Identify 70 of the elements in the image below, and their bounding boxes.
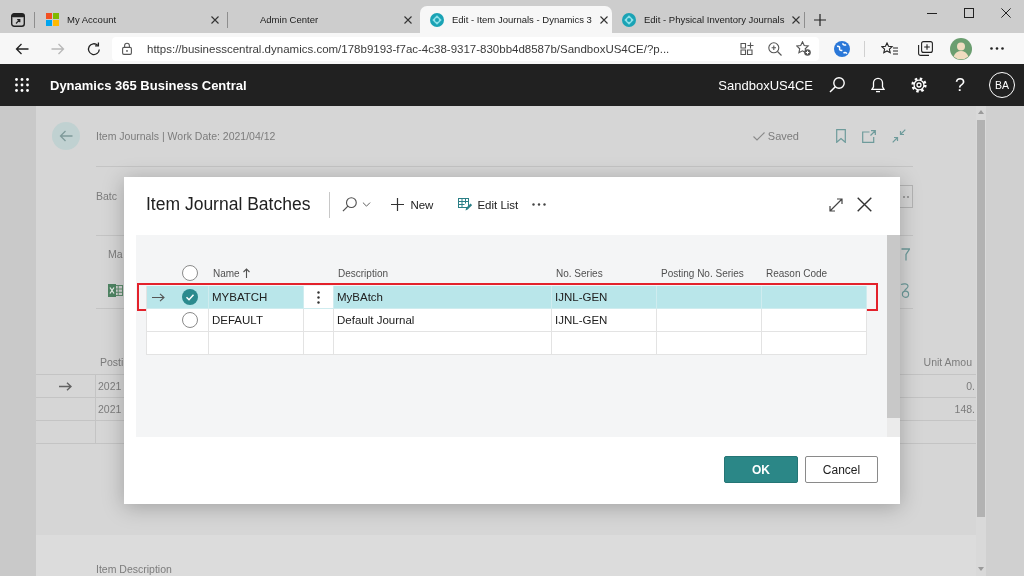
edit-list-button[interactable]: Edit List xyxy=(458,198,519,211)
browser-tab[interactable]: Edit - Item Journals - Dynamics 3 xyxy=(420,6,612,33)
bell-icon[interactable] xyxy=(871,77,885,93)
environment-name: SandboxUS4CE xyxy=(718,77,813,93)
column-header[interactable]: Name xyxy=(208,260,303,286)
arrow-icon xyxy=(152,292,165,302)
round-logo-icon xyxy=(430,12,444,27)
scrollbar-thumb[interactable] xyxy=(977,120,985,517)
section-title: Item Description xyxy=(96,563,172,575)
row-checkbox[interactable] xyxy=(182,289,198,305)
avatar-icon[interactable] xyxy=(950,37,972,60)
page-caption: Item Journals | Work Date: 2021/04/12 xyxy=(96,130,276,142)
back-icon xyxy=(59,130,73,142)
plus-icon xyxy=(391,198,405,211)
table-row[interactable]: DEFAULT Default Journal IJNL-GEN xyxy=(146,309,866,332)
column-header[interactable]: Posting No. Series xyxy=(656,260,761,286)
search-icon xyxy=(342,197,358,212)
search-button[interactable] xyxy=(342,197,372,212)
minimize-icon[interactable] xyxy=(926,12,937,14)
check-icon xyxy=(752,131,765,141)
new-button[interactable]: New xyxy=(391,198,434,211)
grid-plus-icon[interactable] xyxy=(740,41,754,56)
arrow-icon xyxy=(59,381,72,391)
close-icon[interactable] xyxy=(792,15,801,24)
ellipsis-icon xyxy=(903,195,909,198)
back-icon[interactable] xyxy=(15,42,29,55)
more-options-icon[interactable] xyxy=(317,290,320,304)
browser-tab[interactable]: Edit - Physical Inventory Journals xyxy=(612,6,804,33)
dialog-title: Item Journal Batches xyxy=(146,194,311,215)
search-icon[interactable] xyxy=(829,77,845,93)
four-squares-icon xyxy=(45,13,59,26)
round-logo-icon xyxy=(622,12,636,27)
product-name[interactable]: Dynamics 365 Business Central xyxy=(50,77,247,93)
window-icon[interactable] xyxy=(11,12,25,27)
save-status: Saved xyxy=(767,130,799,142)
globe-icon[interactable] xyxy=(834,40,850,57)
close-icon[interactable] xyxy=(404,15,412,24)
lock-icon[interactable] xyxy=(122,42,132,55)
star-plus-icon[interactable] xyxy=(796,41,811,56)
close-icon[interactable] xyxy=(211,15,219,24)
spreadsheet-icon[interactable] xyxy=(108,283,123,297)
settings-icon[interactable] xyxy=(911,77,927,93)
close-icon[interactable] xyxy=(857,197,872,212)
browser-tab[interactable]: My Account xyxy=(35,6,227,33)
cancel-button[interactable]: Cancel xyxy=(805,456,878,483)
app-launcher-icon[interactable] xyxy=(15,78,29,92)
column-header[interactable]: Reason Code xyxy=(761,260,866,286)
zoom-in-icon[interactable] xyxy=(768,41,782,56)
select-all-checkbox[interactable] xyxy=(182,265,198,281)
plus-icon[interactable] xyxy=(814,13,826,26)
chevron-down-icon xyxy=(362,202,372,207)
help-button[interactable]: ? xyxy=(955,75,965,95)
column-header[interactable]: No. Series xyxy=(551,260,656,286)
field-label: Batc xyxy=(96,190,117,202)
more-icon[interactable] xyxy=(990,47,1004,50)
sort-arrow-icon xyxy=(242,268,250,278)
ok-button[interactable]: OK xyxy=(724,456,798,483)
table-pencil-icon xyxy=(458,198,473,211)
column-header[interactable]: Description xyxy=(333,260,551,286)
stacked-squares-icon[interactable] xyxy=(917,41,933,56)
maximize-icon[interactable] xyxy=(963,8,974,18)
close-icon[interactable] xyxy=(599,15,608,24)
more-icon[interactable] xyxy=(532,203,547,206)
expand-icon[interactable] xyxy=(829,197,843,212)
star-list-icon[interactable] xyxy=(880,41,898,56)
row-checkbox[interactable] xyxy=(182,312,198,328)
address-field[interactable]: https://businesscentral.dynamics.com/178b9193-f7ac-4c38-9317-830bb4d8587b/SandboxUS4CE/?p... xyxy=(112,36,819,61)
close-icon[interactable] xyxy=(1000,8,1011,18)
browser-tab[interactable]: Admin Center xyxy=(228,6,420,33)
refresh-icon[interactable] xyxy=(87,41,101,56)
